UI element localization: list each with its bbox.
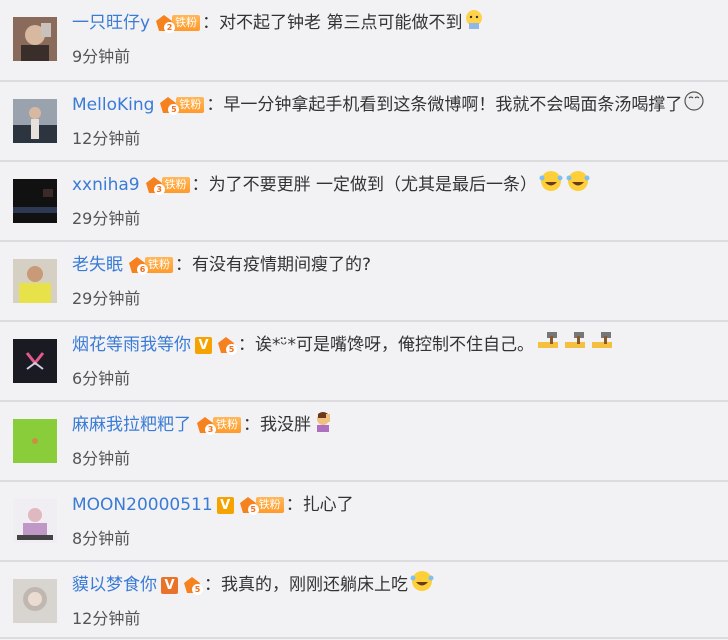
laugh-cry-emoji [409, 569, 435, 601]
comment-item: 一只旺仔y 2 铁粉 ： 对不起了钟老 第三点可能做不到 9分钟前 [0, 0, 728, 78]
username-link[interactable]: MOON20000511 [72, 492, 213, 518]
verified-badge: V [216, 496, 234, 514]
username-link[interactable]: xxniha9 [72, 172, 140, 198]
username-link[interactable]: 貘以梦食你 [72, 572, 157, 598]
dizzy-emoji [683, 90, 705, 120]
hammer-emoji [535, 330, 561, 360]
comment-text: 为了不要更胖 一定做到（尤其是最后一条） [208, 175, 538, 195]
facepalm-emoji [312, 410, 334, 440]
avatar[interactable] [13, 339, 57, 383]
fan-tag: 铁粉 [172, 15, 201, 31]
verified-badge: V [195, 336, 212, 354]
hammer-emoji [562, 330, 588, 360]
avatar[interactable] [13, 179, 57, 223]
timestamp: 8分钟前 [72, 449, 131, 468]
timestamp: 12分钟前 [72, 609, 141, 628]
avatar[interactable] [13, 17, 57, 61]
verified-badge: V [161, 576, 178, 594]
comment-item: 貘以梦食你 V 5 ： 我真的，刚刚还躺床上吃 12分钟前 [0, 562, 728, 640]
comment-text: 我真的，刚刚还躺床上吃 [221, 575, 408, 595]
timestamp: 9分钟前 [72, 47, 131, 66]
avatar[interactable] [13, 259, 57, 303]
timestamp: 6分钟前 [72, 369, 131, 388]
fan-level-badge[interactable]: 5 [182, 575, 203, 595]
timestamp: 29分钟前 [72, 209, 141, 228]
fan-tag: 铁粉 [145, 257, 173, 273]
comment-text: 我没胖 [260, 415, 311, 435]
laugh-cry-emoji [538, 169, 564, 201]
avatar[interactable] [13, 499, 57, 543]
comment-text: 诶*ᵕ̈*可是嘴馋呀，俺控制不住自己。 [255, 335, 535, 355]
timestamp: 29分钟前 [72, 289, 141, 308]
comment-text: 扎心了 [302, 495, 354, 515]
comment-item: MOON20000511 V 5 铁粉 ： 扎心了 8分钟前 [0, 482, 728, 560]
comment-list: 一只旺仔y 2 铁粉 ： 对不起了钟老 第三点可能做不到 9分钟前 MelloK… [0, 0, 728, 640]
fan-level-badge[interactable]: 2 铁粉 [154, 13, 201, 33]
comment-item: 烟花等雨我等你 V 5 ： 诶*ᵕ̈*可是嘴馋呀，俺控制不住自己。 6分钟前 [0, 322, 728, 400]
fan-tag: 铁粉 [176, 97, 205, 113]
cry-emoji [463, 8, 485, 38]
avatar[interactable] [13, 579, 57, 623]
comment-item: xxniha9 3 铁粉 ： 为了不要更胖 一定做到（尤其是最后一条） 29分钟… [0, 162, 728, 240]
fan-level-badge[interactable]: 5 铁粉 [158, 95, 205, 115]
laugh-cry-emoji [565, 169, 591, 201]
avatar[interactable] [13, 419, 57, 463]
comment-item: 老失眠 6 铁粉 ： 有没有疫情期间瘦了的? 29分钟前 [0, 242, 728, 320]
username-link[interactable]: 老失眠 [72, 252, 123, 278]
timestamp: 12分钟前 [72, 129, 141, 148]
username-link[interactable]: 烟花等雨我等你 [72, 332, 191, 358]
fan-level-badge[interactable]: 3 铁粉 [195, 415, 241, 435]
fan-level-badge[interactable]: 5 铁粉 [238, 495, 284, 515]
timestamp: 8分钟前 [72, 529, 131, 548]
fan-level-badge[interactable]: 5 [216, 335, 237, 355]
avatar[interactable] [13, 99, 57, 143]
hammer-emoji [589, 330, 615, 360]
comment-text: 早一分钟拿起手机看到这条微博啊！我就不会喝面条汤喝撑了 [223, 95, 683, 115]
comment-text: 对不起了钟老 第三点可能做不到 [219, 13, 463, 33]
comment-item: 麻麻我拉粑粑了 3 铁粉 ： 我没胖 8分钟前 [0, 402, 728, 480]
fan-tag: 铁粉 [213, 417, 241, 433]
username-link[interactable]: MelloKing [72, 92, 154, 118]
fan-level-badge[interactable]: 6 铁粉 [127, 255, 173, 275]
fan-tag: 铁粉 [255, 497, 284, 513]
username-link[interactable]: 一只旺仔y [72, 10, 150, 36]
fan-tag: 铁粉 [161, 177, 190, 193]
fan-level-badge[interactable]: 3 铁粉 [144, 175, 190, 195]
comment-text: 有没有疫情期间瘦了的? [192, 255, 372, 275]
comment-item: MelloKing 5 铁粉 ： 早一分钟拿起手机看到这条微博啊！我就不会喝面条… [0, 82, 728, 160]
username-link[interactable]: 麻麻我拉粑粑了 [72, 412, 191, 438]
